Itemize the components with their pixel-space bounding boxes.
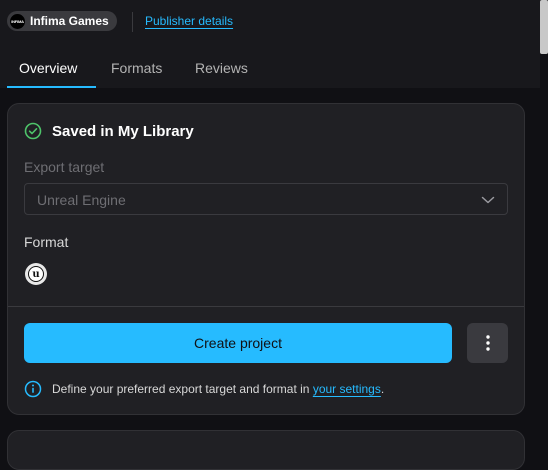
tab-formats[interactable]: Formats: [111, 60, 162, 76]
publisher-name: Infima Games: [30, 14, 109, 28]
settings-hint-text: Define your preferred export target and …: [52, 382, 384, 396]
saved-title: Saved in My Library: [52, 122, 194, 140]
info-icon: [24, 380, 42, 398]
create-project-button[interactable]: Create project: [24, 323, 452, 363]
tab-bar: Overview Formats Reviews: [0, 44, 540, 88]
publisher-details-link[interactable]: Publisher details: [145, 14, 233, 28]
saved-status: Saved in My Library: [24, 122, 194, 140]
top-bar: INFIMA Infima Games Publisher details: [0, 0, 548, 44]
more-options-button[interactable]: [467, 323, 508, 363]
header-divider: [132, 12, 133, 32]
active-tab-indicator: [7, 86, 96, 88]
export-target-select[interactable]: Unreal Engine: [24, 183, 508, 215]
your-settings-link[interactable]: your settings: [313, 382, 381, 396]
publisher-logo-icon: INFIMA: [10, 13, 25, 29]
next-card: [7, 430, 525, 470]
more-vertical-icon: [485, 335, 490, 351]
chevron-down-icon: [481, 193, 495, 207]
export-target-value: Unreal Engine: [37, 192, 126, 208]
unreal-engine-icon[interactable]: u: [25, 263, 47, 285]
library-card: Saved in My Library Export target Unreal…: [7, 103, 525, 415]
scrollbar-thumb[interactable]: [540, 0, 548, 54]
export-target-label: Export target: [24, 159, 105, 175]
tab-overview[interactable]: Overview: [19, 60, 77, 76]
settings-hint-prefix: Define your preferred export target and …: [52, 382, 313, 396]
publisher-chip[interactable]: INFIMA Infima Games: [7, 11, 117, 31]
unreal-engine-glyph: u: [28, 266, 44, 282]
tab-reviews[interactable]: Reviews: [195, 60, 248, 76]
settings-hint-suffix: .: [380, 382, 385, 396]
format-label: Format: [24, 234, 69, 250]
settings-hint: Define your preferred export target and …: [24, 380, 384, 398]
card-divider: [8, 306, 524, 307]
check-circle-icon: [24, 122, 42, 140]
